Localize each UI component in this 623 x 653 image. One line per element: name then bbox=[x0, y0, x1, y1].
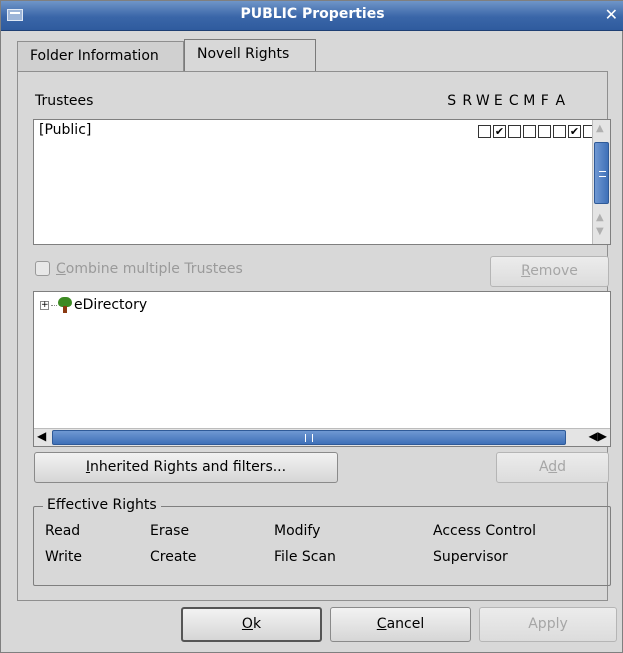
right-modify-label: Modify bbox=[274, 523, 321, 539]
tree-icon bbox=[58, 297, 72, 313]
tree-item-label: eDirectory bbox=[74, 297, 148, 313]
rights-letter: R bbox=[462, 93, 473, 109]
properties-dialog: PUBLIC Properties ✕ Folder Information N… bbox=[0, 0, 623, 653]
tab-novell-rights[interactable]: Novell Rights bbox=[184, 39, 316, 72]
expand-icon[interactable]: + bbox=[40, 300, 49, 310]
tab-label: Folder Information bbox=[30, 48, 159, 64]
mnemonic: C bbox=[56, 261, 66, 277]
rights-letter: A bbox=[555, 93, 566, 109]
trustees-label: Trustees bbox=[35, 93, 94, 109]
right-write-checkbox[interactable] bbox=[508, 125, 521, 138]
checkbox-label: ombine multiple Trustees bbox=[65, 261, 243, 277]
right-supervisor-checkbox[interactable] bbox=[478, 125, 491, 138]
right-erase-checkbox[interactable] bbox=[523, 125, 536, 138]
cancel-button[interactable]: Cancel bbox=[330, 607, 471, 642]
rights-checkboxes: ✔ ✔ bbox=[478, 125, 596, 138]
right-modify-checkbox[interactable] bbox=[553, 125, 566, 138]
button-label: emove bbox=[530, 263, 578, 279]
right-filescan-checkbox[interactable]: ✔ bbox=[568, 125, 581, 138]
right-create-label: Create bbox=[150, 549, 197, 565]
scroll-left-right-icon[interactable]: ◀▶ bbox=[589, 429, 607, 443]
right-access-control-label: Access Control bbox=[433, 523, 536, 539]
button-label: A bbox=[538, 459, 549, 475]
rights-letter: E bbox=[493, 93, 503, 109]
scroll-up-icon[interactable]: ▲ bbox=[596, 212, 604, 223]
button-label: d bbox=[557, 459, 567, 475]
rights-letter: M bbox=[523, 93, 536, 109]
rights-letter: F bbox=[540, 93, 549, 109]
combine-trustees-checkbox[interactable]: Combine multiple Trustees bbox=[35, 261, 243, 277]
scroll-thumb[interactable] bbox=[52, 430, 566, 445]
button-label: k bbox=[252, 616, 262, 632]
checkbox-icon bbox=[35, 261, 50, 276]
scroll-thumb[interactable] bbox=[594, 142, 609, 204]
right-create-checkbox[interactable] bbox=[538, 125, 551, 138]
right-file-scan-label: File Scan bbox=[274, 549, 336, 565]
trustee-vertical-scrollbar[interactable]: ▲ ▲ ▼ bbox=[592, 120, 610, 244]
tab-folder-information[interactable]: Folder Information bbox=[17, 41, 184, 72]
mnemonic: O bbox=[241, 616, 253, 632]
scroll-down-icon[interactable]: ▼ bbox=[596, 226, 604, 237]
apply-button[interactable]: Apply bbox=[479, 607, 617, 642]
trustee-list[interactable]: [Public] ✔ ✔ ▲ ▲ ▼ bbox=[33, 119, 611, 245]
trustee-name[interactable]: [Public] bbox=[39, 122, 91, 138]
add-button[interactable]: Add bbox=[496, 452, 609, 483]
right-read-label: Read bbox=[45, 523, 81, 539]
right-supervisor-label: Supervisor bbox=[433, 549, 508, 565]
button-label: nherited Rights and filters... bbox=[90, 459, 287, 475]
tab-label: Novell Rights bbox=[197, 46, 290, 62]
mnemonic: R bbox=[521, 263, 531, 279]
mnemonic: C bbox=[376, 616, 387, 632]
right-erase-label: Erase bbox=[150, 523, 190, 539]
rights-header: SRWECMFA bbox=[444, 93, 568, 109]
ok-button[interactable]: Ok bbox=[181, 607, 322, 642]
effective-rights-title: Effective Rights bbox=[43, 497, 161, 513]
rights-letter: W bbox=[475, 93, 490, 109]
scroll-left-icon[interactable]: ◀ bbox=[37, 429, 46, 443]
inherited-rights-button[interactable]: Inherited Rights and filters... bbox=[34, 452, 338, 483]
title-bar[interactable]: PUBLIC Properties ✕ bbox=[1, 1, 623, 31]
tree-horizontal-scrollbar[interactable]: ◀ ◀▶ bbox=[34, 428, 610, 446]
button-label: ancel bbox=[386, 616, 425, 632]
effective-rights-group bbox=[33, 506, 611, 586]
close-icon[interactable]: ✕ bbox=[605, 5, 618, 24]
rights-letter: C bbox=[508, 93, 519, 109]
remove-button[interactable]: Remove bbox=[490, 256, 609, 287]
mnemonic: d bbox=[548, 459, 558, 475]
tree-item-edirectory[interactable]: + eDirectory bbox=[40, 297, 147, 313]
scroll-up-icon[interactable]: ▲ bbox=[596, 123, 604, 134]
right-read-checkbox[interactable]: ✔ bbox=[493, 125, 506, 138]
window-title: PUBLIC Properties bbox=[240, 6, 385, 22]
directory-tree[interactable]: + eDirectory ◀ ◀▶ bbox=[33, 291, 611, 447]
right-write-label: Write bbox=[45, 549, 82, 565]
rights-letter: S bbox=[447, 93, 457, 109]
